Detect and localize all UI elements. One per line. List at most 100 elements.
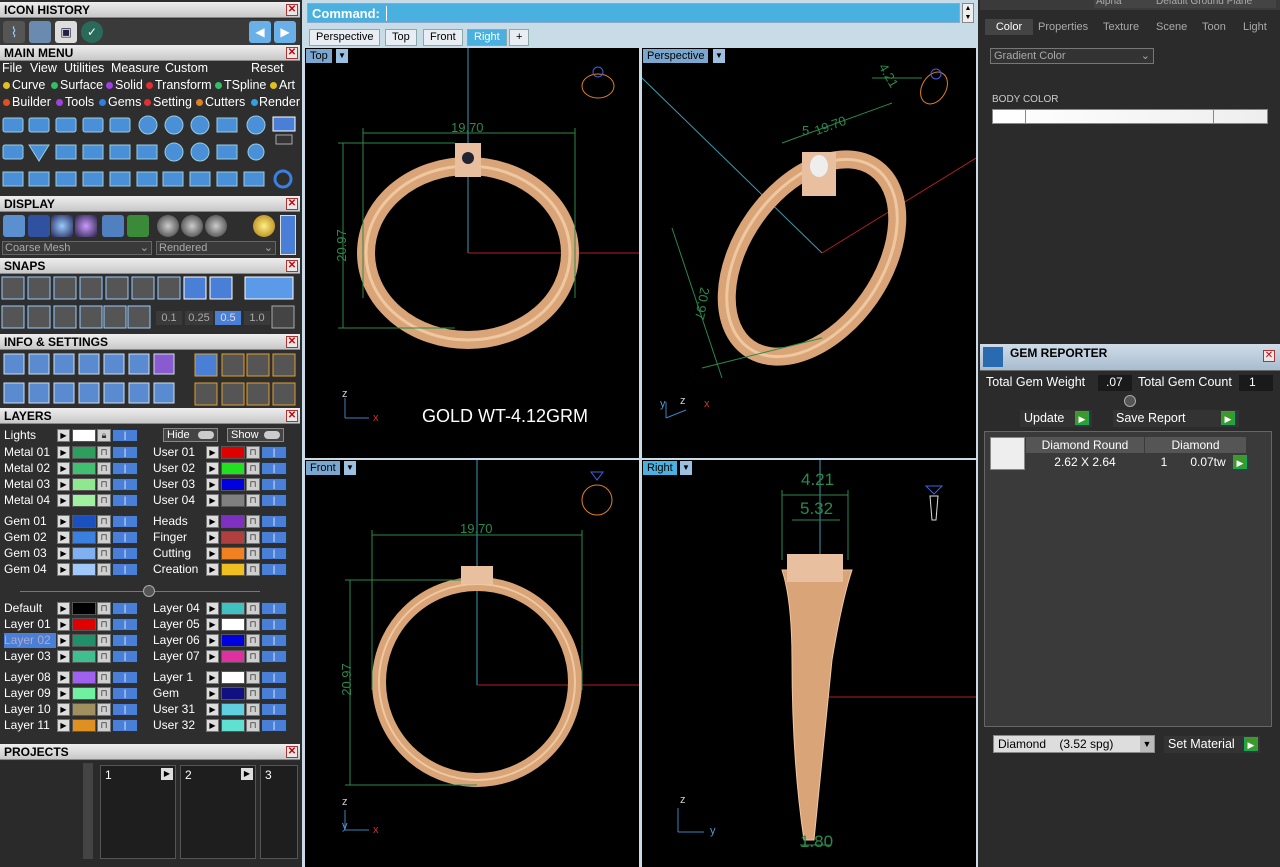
- visibility-toggle[interactable]: |: [261, 446, 287, 459]
- body-color-gradient[interactable]: [992, 109, 1268, 124]
- material-select[interactable]: Diamond (3.52 spg) ▼: [993, 735, 1155, 753]
- lock-icon[interactable]: ⊓: [246, 687, 260, 700]
- layer-row[interactable]: Gem 01 ▶ ⊓ |: [4, 514, 144, 529]
- arrow-icon[interactable]: ▶: [206, 719, 219, 732]
- gold-sphere-icon[interactable]: [253, 215, 275, 237]
- visibility-toggle[interactable]: |: [112, 634, 138, 647]
- visibility-toggle[interactable]: |: [261, 618, 287, 631]
- layer-row[interactable]: User 03 ▶ ⊓ |: [153, 477, 293, 492]
- visibility-toggle[interactable]: |: [261, 719, 287, 732]
- layer-color-swatch[interactable]: [221, 478, 245, 491]
- arrow-icon[interactable]: ▶: [57, 478, 70, 491]
- visibility-toggle[interactable]: |: [112, 671, 138, 684]
- chevron-down-icon[interactable]: ▼: [713, 49, 725, 63]
- close-icon[interactable]: ✕: [286, 260, 298, 272]
- layer-color-swatch[interactable]: [221, 671, 245, 684]
- layer-color-swatch[interactable]: [72, 563, 96, 576]
- snap-value-2[interactable]: 0.25: [185, 311, 213, 325]
- lock-icon[interactable]: ⊓: [246, 618, 260, 631]
- layer-color-swatch[interactable]: [72, 671, 96, 684]
- lock-icon[interactable]: ⊓: [246, 478, 260, 491]
- layer-color-swatch[interactable]: [72, 446, 96, 459]
- layer-row[interactable]: Layer 03 ▶ ⊓ |: [4, 649, 144, 664]
- snap-value-1[interactable]: 0.1: [156, 311, 182, 325]
- layer-color-swatch[interactable]: [221, 650, 245, 663]
- visibility-toggle[interactable]: |: [112, 446, 138, 459]
- forward-arrow-icon[interactable]: ▶: [274, 21, 296, 43]
- layer-row[interactable]: Metal 03 ▶ ⊓ |: [4, 477, 144, 492]
- layer-color-swatch[interactable]: [72, 462, 96, 475]
- snap-value-3[interactable]: 0.5: [215, 311, 241, 325]
- arrow-icon[interactable]: ▶: [57, 547, 70, 560]
- layer-row[interactable]: Metal 04 ▶ ⊓ |: [4, 493, 144, 508]
- layer-color-swatch[interactable]: [221, 719, 245, 732]
- visibility-toggle[interactable]: |: [112, 429, 138, 442]
- visibility-toggle[interactable]: |: [112, 703, 138, 716]
- visibility-toggle[interactable]: |: [261, 515, 287, 528]
- module-tspline[interactable]: TSpline: [224, 78, 266, 93]
- arrow-icon[interactable]: ▶: [57, 462, 70, 475]
- layer-color-swatch[interactable]: [221, 687, 245, 700]
- metal-sphere-icon[interactable]: [157, 215, 179, 237]
- lock-icon[interactable]: ⊓: [246, 634, 260, 647]
- viewport-perspective[interactable]: Perspective ▼ 19.70 5 4.21 20.97 y z x: [642, 48, 976, 458]
- hide-button[interactable]: Hide: [163, 428, 218, 442]
- arrow-icon[interactable]: ▶: [206, 494, 219, 507]
- module-solid[interactable]: Solid: [115, 78, 143, 93]
- arrow-icon[interactable]: ▶: [57, 671, 70, 684]
- visibility-toggle[interactable]: |: [261, 703, 287, 716]
- tab-perspective[interactable]: Perspective: [309, 29, 381, 46]
- close-icon[interactable]: ✕: [286, 47, 298, 59]
- layer-color-swatch[interactable]: [72, 429, 96, 442]
- arrow-icon[interactable]: ▶: [206, 478, 219, 491]
- ground-plane-field[interactable]: Default Ground Plane: [1154, 0, 1276, 8]
- arrow-icon[interactable]: ▶: [57, 515, 70, 528]
- layer-color-swatch[interactable]: [72, 650, 96, 663]
- layer-row[interactable]: Default ▶ ⊓ |: [4, 601, 144, 616]
- grid-icon[interactable]: [127, 215, 149, 237]
- lock-icon[interactable]: ⊓: [97, 563, 111, 576]
- arrow-icon[interactable]: ▶: [206, 547, 219, 560]
- lock-icon[interactable]: ⊓: [97, 634, 111, 647]
- lock-icon[interactable]: ⊓: [97, 515, 111, 528]
- layer-color-swatch[interactable]: [221, 446, 245, 459]
- layer-row[interactable]: Finger ▶ ⊓ |: [153, 530, 293, 545]
- visibility-toggle[interactable]: |: [261, 650, 287, 663]
- tab-properties[interactable]: Properties: [1038, 19, 1088, 35]
- layer-color-swatch[interactable]: [72, 602, 96, 615]
- layer-row[interactable]: Layer 07 ▶ ⊓ |: [153, 649, 293, 664]
- lock-icon[interactable]: ⊓: [246, 602, 260, 615]
- close-icon[interactable]: ✕: [286, 336, 298, 348]
- lock-icon[interactable]: ⊓: [97, 650, 111, 663]
- document-icon[interactable]: [29, 21, 51, 43]
- lock-icon[interactable]: ⊓: [97, 687, 111, 700]
- layer-color-swatch[interactable]: [72, 494, 96, 507]
- shaded-sphere-icon[interactable]: [28, 215, 50, 237]
- update-button[interactable]: Update ▶: [1020, 410, 1092, 427]
- visibility-toggle[interactable]: |: [261, 462, 287, 475]
- visibility-toggle[interactable]: |: [112, 462, 138, 475]
- close-icon[interactable]: ✕: [1263, 350, 1275, 362]
- viewport-right[interactable]: Right ▼ 4.21 5.32 1.80 z y: [642, 460, 976, 867]
- layer-row[interactable]: Creation ▶ ⊓ |: [153, 562, 293, 577]
- module-transform[interactable]: Transform: [155, 78, 212, 93]
- command-input[interactable]: [386, 6, 956, 21]
- arrow-icon[interactable]: ▶: [206, 563, 219, 576]
- layer-color-swatch[interactable]: [72, 478, 96, 491]
- lock-icon[interactable]: ⊓: [97, 618, 111, 631]
- lock-icon[interactable]: ⊓: [246, 494, 260, 507]
- visibility-toggle[interactable]: |: [261, 531, 287, 544]
- lock-icon[interactable]: ⊓: [97, 719, 111, 732]
- visibility-toggle[interactable]: |: [261, 547, 287, 560]
- visibility-toggle[interactable]: |: [112, 547, 138, 560]
- arrow-icon[interactable]: ▶: [206, 602, 219, 615]
- arrow-icon[interactable]: ▶: [57, 719, 70, 732]
- arrow-icon[interactable]: ▶: [57, 634, 70, 647]
- tab-color[interactable]: Color: [985, 19, 1033, 35]
- lock-icon[interactable]: ⊓: [97, 703, 111, 716]
- close-icon[interactable]: ✕: [286, 198, 298, 210]
- layer-row[interactable]: Gem ▶ ⊓ |: [153, 686, 293, 701]
- tab-top[interactable]: Top: [385, 29, 417, 46]
- layer-row[interactable]: Layer 02 ▶ ⊓ |: [4, 633, 144, 648]
- layer-color-swatch[interactable]: [221, 703, 245, 716]
